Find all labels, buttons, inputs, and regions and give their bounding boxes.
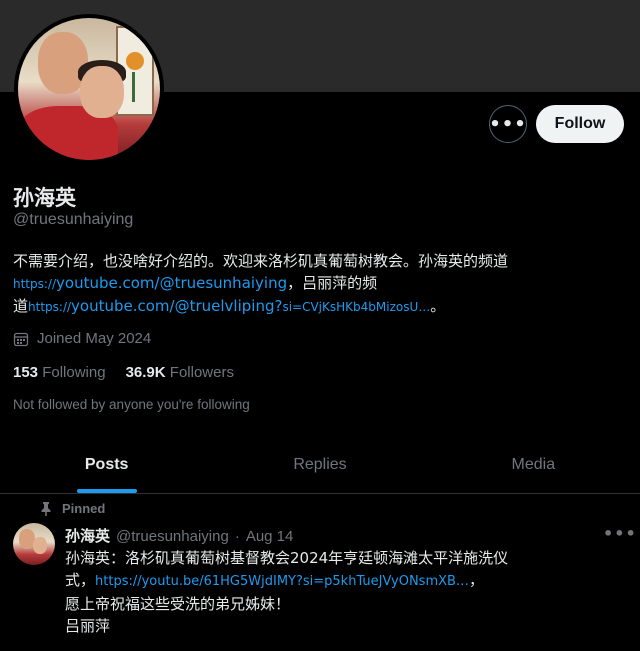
followers-link[interactable]: 36.9K Followers: [126, 364, 234, 381]
tab-posts[interactable]: Posts: [0, 437, 213, 493]
post-line-2-suffix: ，: [468, 571, 484, 589]
more-options-button[interactable]: •••: [489, 105, 527, 143]
following-link[interactable]: 153 Following: [13, 364, 106, 381]
bio-text-mid: ，吕丽萍的频: [287, 274, 378, 292]
post-line-4: 吕丽萍: [65, 617, 111, 635]
joined-date: Joined May 2024: [13, 330, 151, 347]
bio-text-end: 。: [430, 297, 446, 315]
post-line-3: 愿上帝祝福这些受洗的弟兄姊妹！: [65, 595, 291, 613]
more-icon: •••: [489, 113, 527, 135]
profile-avatar[interactable]: [14, 14, 164, 164]
pinned-label: Pinned: [62, 501, 106, 516]
tab-media[interactable]: Media: [427, 437, 640, 493]
post-more-icon[interactable]: •••: [603, 524, 637, 543]
follow-button[interactable]: Follow: [536, 105, 624, 143]
profile-bio: 不需要介绍，也没啥好介绍的。欢迎来洛杉矶真葡萄树教会。孙海英的频道 https:…: [13, 250, 613, 318]
profile-name: 孙海英: [13, 186, 76, 210]
post-header: 孙海英 @truesunhaiying · Aug 14: [65, 525, 293, 546]
pin-icon: [41, 501, 51, 516]
pinned-indicator: Pinned: [40, 501, 105, 516]
bio-link-youtube-1[interactable]: https://youtube.com/@truesunhaiying: [13, 274, 287, 292]
post-line-1: 孙海英：洛杉矶真葡萄树基督教会2024年亨廷顿海滩太平洋施洗仪: [65, 549, 509, 567]
tab-replies[interactable]: Replies: [213, 437, 426, 493]
bio-text: 不需要介绍，也没啥好介绍的。欢迎来洛杉矶真葡萄树教会。孙海英的频道: [13, 252, 509, 270]
post-line-2-prefix: 式，: [65, 571, 96, 589]
post-text: 孙海英：洛杉矶真葡萄树基督教会2024年亨廷顿海滩太平洋施洗仪 式，https:…: [65, 547, 620, 637]
profile-handle: @truesunhaiying: [13, 211, 134, 228]
follow-stats: 153 Following 36.9K Followers: [13, 364, 234, 381]
post-author-name[interactable]: 孙海英: [65, 525, 110, 546]
bio-link-youtube-2[interactable]: https://youtube.com/@truelvliping?si=CVj…: [28, 297, 430, 315]
post-link-youtube[interactable]: https://youtu.be/61HG5WjdIMY?si=p5khTueJ…: [95, 574, 469, 589]
post-author-handle[interactable]: @truesunhaiying: [116, 528, 229, 545]
avatar-photo: [18, 18, 160, 160]
joined-text: Joined May 2024: [37, 330, 152, 347]
calendar-icon: [13, 332, 29, 346]
post-date[interactable]: Aug 14: [246, 528, 294, 545]
not-followed-notice: Not followed by anyone you're following: [13, 397, 250, 412]
profile-tabs: Posts Replies Media: [0, 437, 640, 494]
post-separator: ·: [234, 528, 240, 545]
post-author-avatar[interactable]: [13, 523, 55, 565]
bio-text-prefix: 道: [13, 297, 29, 315]
